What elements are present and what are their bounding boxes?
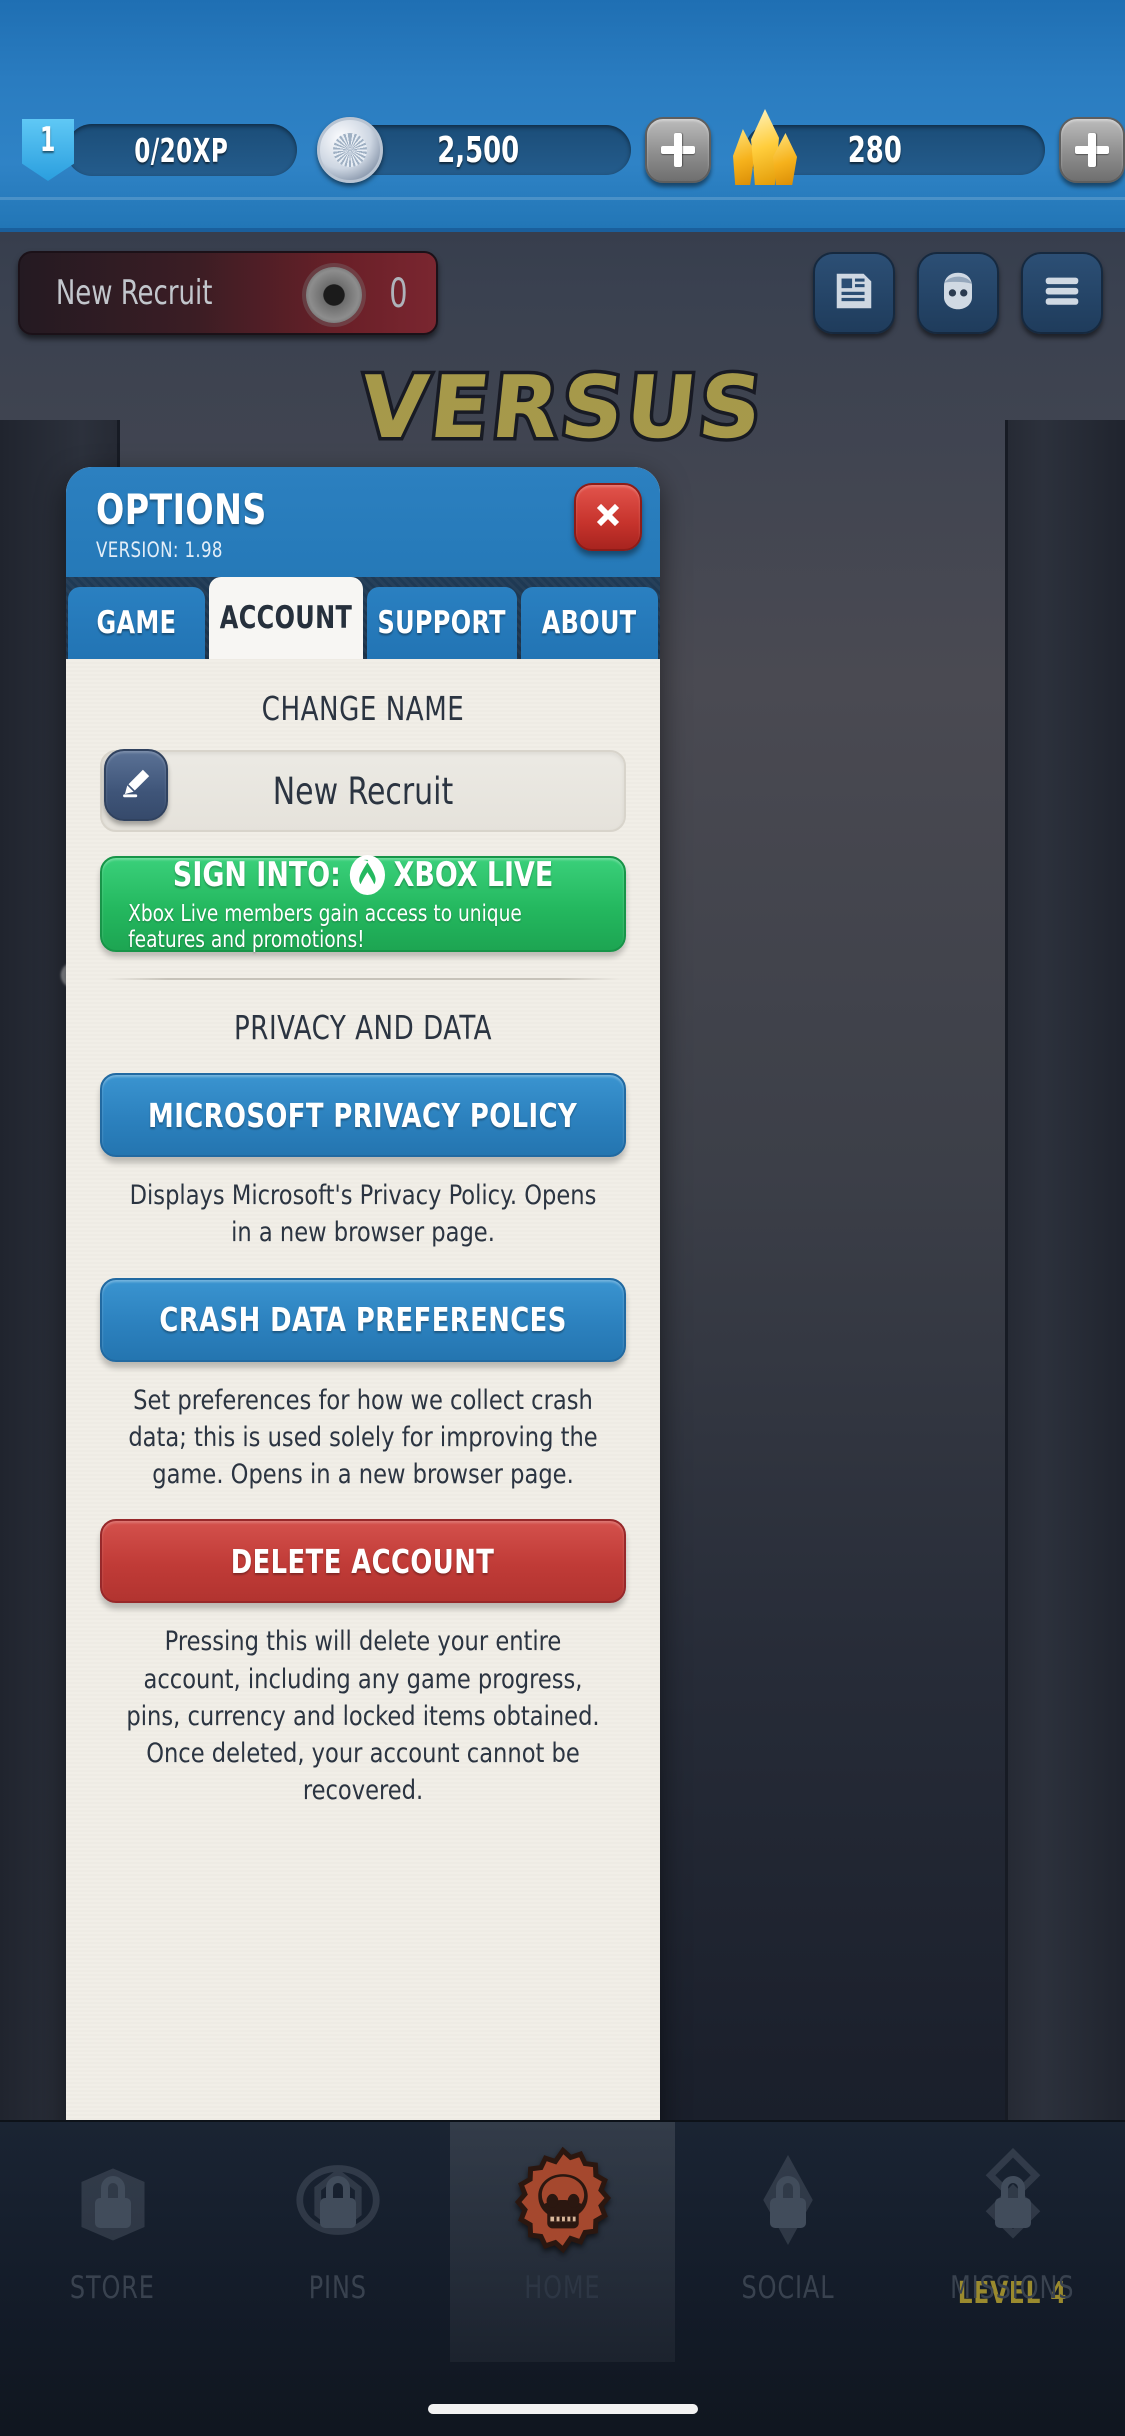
- skull-gear-icon: [509, 2146, 617, 2254]
- bottom-nav-store[interactable]: STORE: [0, 2122, 225, 2362]
- player-name-value: New Recruit: [272, 769, 454, 813]
- xbox-brand-label: XBOX LIVE: [393, 855, 554, 895]
- tab-account[interactable]: ACCOUNT: [209, 577, 364, 659]
- xbox-signin-subtitle: Xbox Live members gain access to unique …: [128, 901, 522, 953]
- bottom-nav-store-label: STORE: [70, 2270, 155, 2306]
- microsoft-privacy-policy-button[interactable]: MICROSOFT PRIVACY POLICY: [100, 1073, 626, 1157]
- dialog-tabs: GAME ACCOUNT SUPPORT ABOUT: [66, 577, 660, 659]
- change-name-heading: CHANGE NAME: [261, 689, 465, 728]
- close-button[interactable]: [574, 483, 642, 551]
- hamburger-menu-icon: [1039, 268, 1085, 319]
- tab-game-label: GAME: [96, 605, 177, 641]
- lock-icon: [91, 2176, 135, 2229]
- bottom-nav-social-label: SOCIAL: [741, 2270, 834, 2306]
- bottom-nav-social[interactable]: SOCIAL: [675, 2122, 900, 2362]
- dialog-body: CHANGE NAME New Recruit SIGN INTO: XBOX …: [66, 659, 660, 2364]
- tab-account-label: ACCOUNT: [220, 600, 353, 636]
- player-nav-row: New Recruit 0: [0, 238, 1125, 348]
- delete-account-description: Pressing this will delete your entire ac…: [126, 1626, 600, 1807]
- coin-icon: [317, 117, 383, 183]
- options-dialog: OPTIONS VERSION: 1.98 GAME ACCOUNT SUPPO…: [66, 467, 660, 2364]
- bottom-nav-pins[interactable]: PINS: [225, 2122, 450, 2362]
- pins-icon: [284, 2146, 392, 2254]
- store-icon: [59, 2146, 167, 2254]
- bottom-nav-pins-label: PINS: [308, 2270, 367, 2306]
- lock-icon: [766, 2176, 810, 2229]
- tab-support-label: SUPPORT: [377, 605, 507, 641]
- character-button[interactable]: [917, 252, 999, 334]
- topbar-sheen: [0, 197, 1125, 200]
- add-coins-button[interactable]: [645, 117, 711, 183]
- dialog-header: OPTIONS VERSION: 1.98: [66, 467, 660, 577]
- crystal-pill: 280: [733, 109, 1045, 185]
- dialog-title: OPTIONS: [96, 485, 267, 534]
- player-badge-count: 0: [389, 271, 408, 317]
- character-icon: [935, 268, 981, 319]
- home-indicator: [427, 2404, 698, 2414]
- coin-pill: 2,500: [317, 117, 631, 183]
- gear-emblem-icon: [306, 267, 362, 323]
- close-icon: [589, 496, 627, 539]
- microsoft-privacy-policy-label: MICROSOFT PRIVACY POLICY: [148, 1095, 578, 1135]
- privacy-heading: PRIVACY AND DATA: [233, 1008, 493, 1047]
- tab-about-label: ABOUT: [541, 605, 637, 641]
- dialog-version: VERSION: 1.98: [96, 538, 223, 562]
- player-name-field[interactable]: New Recruit: [100, 749, 626, 832]
- xbox-live-signin-button[interactable]: SIGN INTO: XBOX LIVE Xbox Live members g…: [100, 855, 626, 953]
- bottom-nav-missions[interactable]: LEVEL 4 MISSIONS: [900, 2122, 1125, 2362]
- level-value: 1: [40, 120, 56, 160]
- crash-data-preferences-button[interactable]: CRASH DATA PREFERENCES: [100, 1277, 626, 1362]
- missions-icon: [959, 2146, 1067, 2254]
- bottom-navigation: STORE PINS HOME SOCIAL LEVEL 4 MISSIONS: [0, 2120, 1125, 2436]
- player-nameplate[interactable]: New Recruit 0: [18, 251, 438, 335]
- crash-data-preferences-label: CRASH DATA PREFERENCES: [159, 1300, 567, 1339]
- xp-progress-pill: 0/20XP: [66, 124, 297, 176]
- tab-support[interactable]: SUPPORT: [367, 587, 517, 659]
- coin-value: 2,500: [437, 129, 520, 171]
- bottom-nav-home[interactable]: HOME: [450, 2122, 675, 2362]
- background-panel-right: [1005, 420, 1125, 2120]
- news-icon: [831, 268, 877, 319]
- bottom-nav-missions-label: MISSIONS: [950, 2270, 1075, 2306]
- crystal-icon: [729, 103, 801, 189]
- crystal-value: 280: [847, 129, 902, 171]
- xbox-logo-icon: [349, 855, 385, 895]
- xbox-signin-prefix: SIGN INTO:: [172, 855, 341, 895]
- section-divider: [106, 978, 620, 980]
- crystal-currency-group: 280: [733, 109, 1125, 185]
- versus-banner: VERSUS: [352, 355, 773, 462]
- crash-data-preferences-description: Set preferences for how we collect crash…: [128, 1384, 598, 1491]
- xp-value: 0/20XP: [134, 130, 229, 170]
- menu-button[interactable]: [1021, 252, 1103, 334]
- delete-account-button[interactable]: DELETE ACCOUNT: [100, 1519, 626, 1604]
- add-crystals-button[interactable]: [1059, 117, 1125, 183]
- news-button[interactable]: [813, 252, 895, 334]
- social-icon: [734, 2146, 842, 2254]
- microsoft-privacy-policy-description: Displays Microsoft's Privacy Policy. Ope…: [129, 1180, 597, 1249]
- coin-currency-group: 2,500: [317, 117, 711, 183]
- lock-icon: [316, 2176, 360, 2229]
- level-badge: 1: [22, 119, 74, 181]
- delete-account-label: DELETE ACCOUNT: [231, 1541, 495, 1581]
- tab-about[interactable]: ABOUT: [520, 587, 658, 659]
- tab-game[interactable]: GAME: [68, 587, 206, 659]
- top-resource-bar: 1 0/20XP 2,500 280: [0, 0, 1125, 232]
- player-name: New Recruit: [55, 273, 213, 313]
- lock-icon: [991, 2176, 1035, 2229]
- bottom-nav-home-label: HOME: [524, 2270, 601, 2306]
